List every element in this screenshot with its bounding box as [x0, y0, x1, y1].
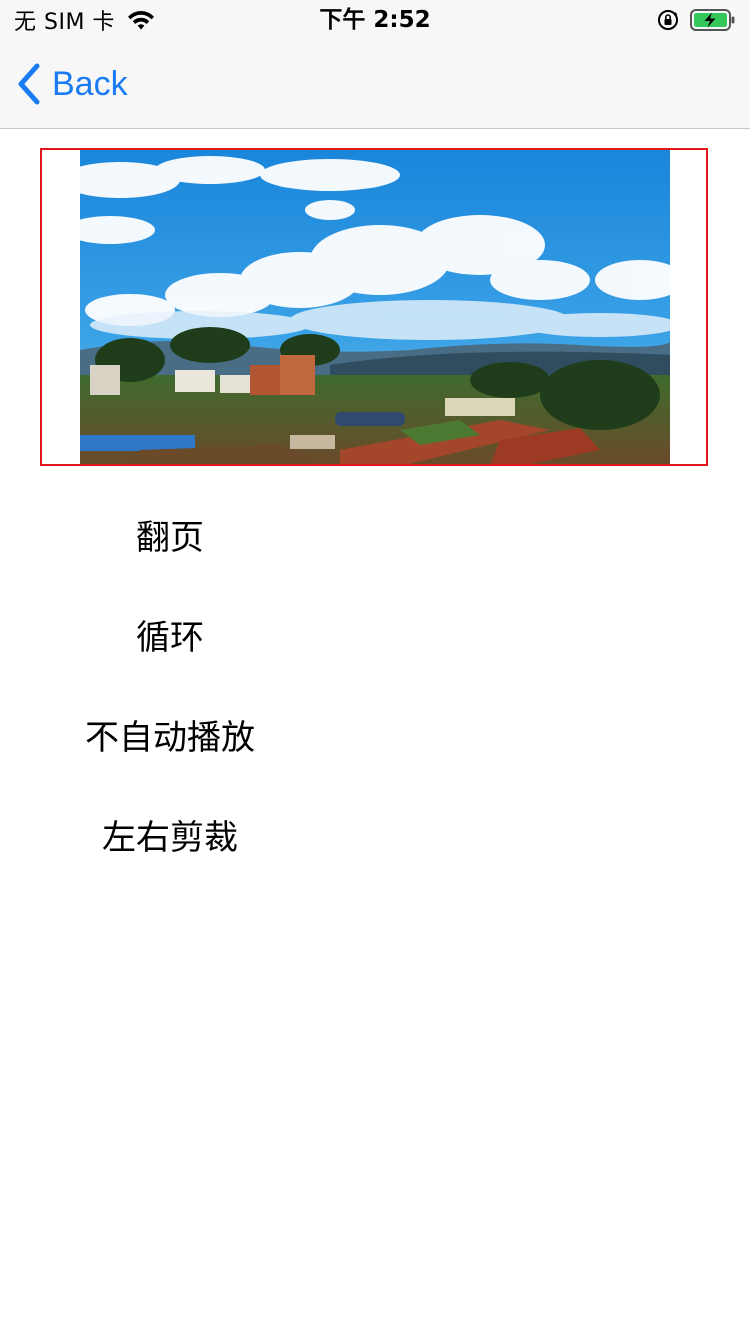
no-autoplay-option-button[interactable]: 不自动播放 [60, 708, 280, 768]
navigation-bar: Back [0, 40, 750, 129]
landscape-photo [80, 150, 670, 464]
battery-charging-icon [690, 9, 735, 31]
status-right [656, 7, 736, 33]
clip-sides-option-button[interactable]: 左右剪裁 [60, 808, 280, 868]
chevron-left-icon [18, 63, 40, 105]
back-button[interactable]: Back [16, 62, 128, 106]
status-time: 下午 2:52 [319, 7, 431, 33]
loop-option-button[interactable]: 循环 [60, 608, 280, 668]
page-option-button[interactable]: 翻页 [60, 508, 280, 568]
banner-carousel[interactable] [40, 148, 708, 466]
orientation-lock-icon [658, 10, 678, 30]
status-bar: 无 SIM 卡 下午 2:52 [0, 0, 750, 40]
back-label: Back [52, 64, 128, 103]
